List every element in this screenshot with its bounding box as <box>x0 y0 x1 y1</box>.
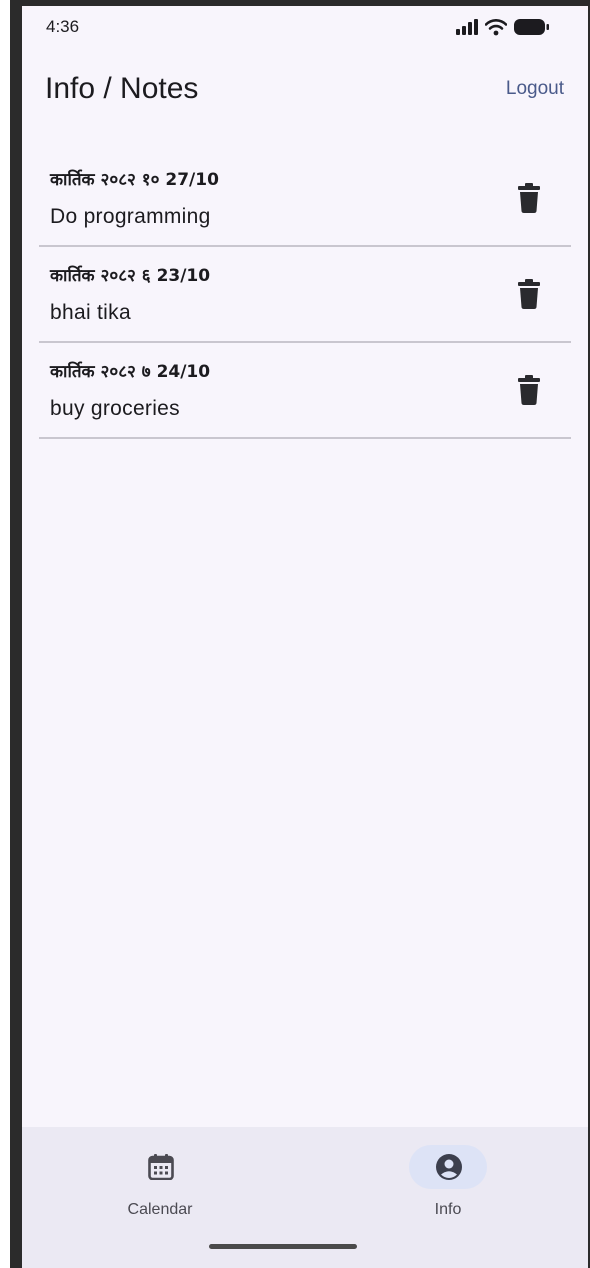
home-indicator[interactable] <box>209 1244 357 1249</box>
nav-item-calendar[interactable]: Calendar <box>80 1145 240 1225</box>
note-date: कार्तिक २०८२ १० 27/10 <box>50 170 219 190</box>
device-screen: 4:36 Info / Notes Logout कार्तिक २०८२ १०… <box>0 0 590 1268</box>
signal-icon <box>456 19 478 39</box>
delete-icon[interactable] <box>517 279 541 309</box>
note-text: bhai tika <box>50 301 131 324</box>
wifi-icon <box>484 18 508 40</box>
status-time: 4:36 <box>46 17 80 36</box>
delete-icon[interactable] <box>517 183 541 213</box>
nav-label-info: Info <box>434 1201 462 1218</box>
delete-icon[interactable] <box>517 375 541 405</box>
note-item[interactable]: कार्तिक २०८२ ७ 24/10 buy groceries <box>39 345 571 439</box>
page-title: Info / Notes <box>45 72 199 105</box>
note-date: कार्तिक २०८२ ६ 23/10 <box>50 266 211 286</box>
note-date: कार्तिक २०८२ ७ 24/10 <box>50 362 211 382</box>
app-screen: 4:36 Info / Notes Logout कार्तिक २०८२ १०… <box>22 6 588 1268</box>
notes-list: कार्तिक २०८२ १० 27/10 Do programming कार… <box>39 153 571 439</box>
note-text: buy groceries <box>50 397 180 420</box>
nav-label-calendar: Calendar <box>127 1201 193 1218</box>
status-icons <box>456 18 550 40</box>
calendar-icon <box>148 1154 174 1181</box>
logout-button[interactable]: Logout <box>506 78 564 100</box>
status-bar: 4:36 <box>22 6 588 50</box>
note-item[interactable]: कार्तिक २०८२ ६ 23/10 bhai tika <box>39 249 571 343</box>
nav-item-info[interactable]: Info <box>368 1145 528 1225</box>
account-icon <box>436 1154 462 1180</box>
device-frame-left <box>10 0 22 1268</box>
note-item[interactable]: कार्तिक २०८२ १० 27/10 Do programming <box>39 153 571 247</box>
battery-icon <box>514 18 550 40</box>
note-text: Do programming <box>50 205 211 228</box>
